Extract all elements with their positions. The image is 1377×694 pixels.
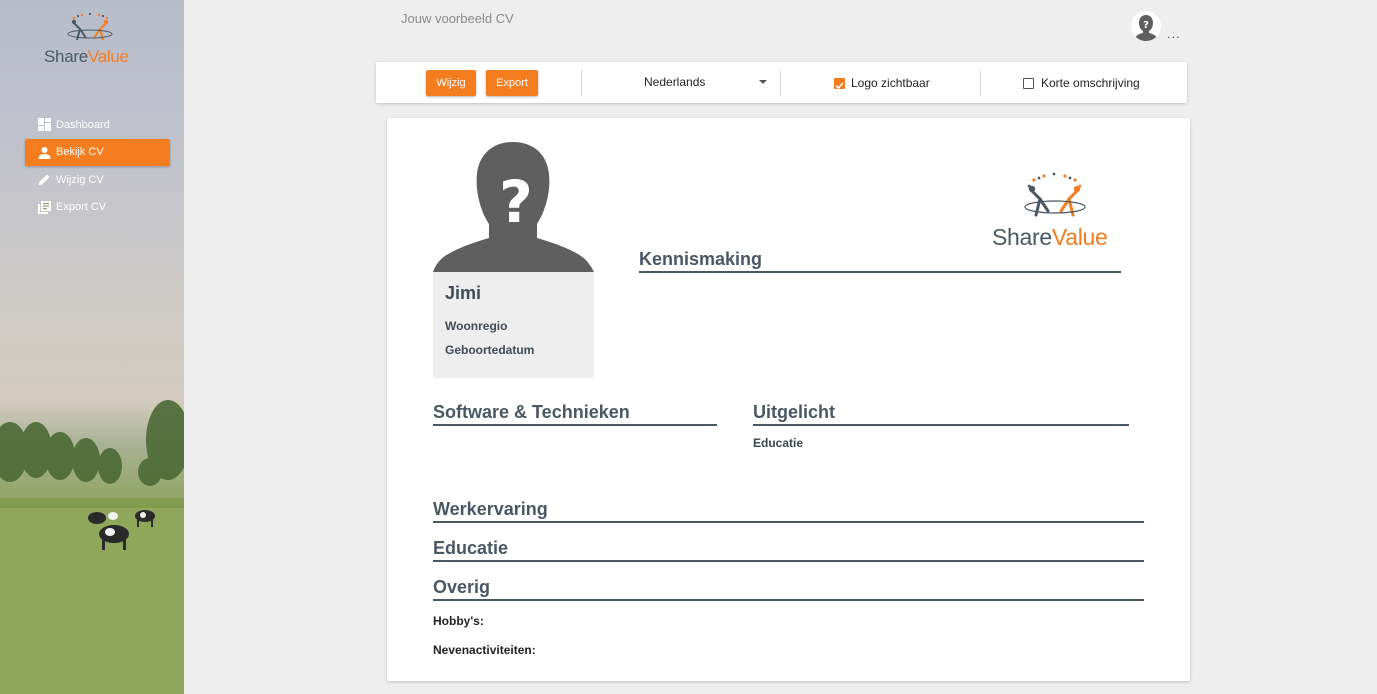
logo-visible-label[interactable]: Logo zichtbaar <box>851 76 930 90</box>
page-title: Jouw voorbeeld CV <box>401 11 514 26</box>
hobbys-label: Hobby's: <box>433 614 484 628</box>
dashboard-icon <box>37 118 51 132</box>
sidebar-item-label: Dashboard <box>56 118 110 131</box>
section-heading: Kennismaking <box>639 250 1121 273</box>
woonregio-label: Woonregio <box>445 319 508 333</box>
toolbar-divider <box>980 70 981 96</box>
section-kennismaking: Kennismaking <box>639 250 1121 273</box>
logo-text-value: Value <box>1051 224 1108 250</box>
more-menu-button[interactable]: ... <box>1167 26 1181 41</box>
short-description-checkbox[interactable] <box>1023 78 1034 89</box>
sidebar-item-wijzig-cv[interactable]: Wijzig CV <box>25 166 170 193</box>
sidebar-item-label: Wijzig CV <box>56 173 104 186</box>
person-name: Jimi <box>445 283 482 303</box>
uitgelicht-educatie: Educatie <box>753 436 804 450</box>
nevenactiviteiten-label: Nevenactiviteiten: <box>433 643 536 657</box>
profile-placeholder-icon: ? <box>433 140 594 272</box>
svg-text:?: ? <box>499 168 533 236</box>
section-uitgelicht: Uitgelicht Educatie <box>753 403 1129 450</box>
section-heading: Werkervaring <box>433 500 1144 523</box>
person-icon <box>37 145 51 159</box>
sharevalue-logo[interactable]: ShareValue <box>44 12 136 68</box>
logo-figures-icon <box>67 12 113 41</box>
section-heading: Software & Technieken <box>433 403 717 426</box>
sidebar-item-bekijk-cv[interactable]: Bekijk CV <box>25 138 170 166</box>
section-software: Software & Technieken <box>433 403 717 426</box>
checkmark-icon <box>835 82 844 90</box>
sidebar-item-export-cv[interactable]: Export CV <box>25 194 170 221</box>
logo-text-share: Share <box>44 47 88 66</box>
user-avatar[interactable]: ? <box>1131 11 1161 41</box>
wijzig-button[interactable]: Wijzig <box>426 70 476 96</box>
profile-box: ? Jimi Woonregio Geboortedatum <box>433 140 594 378</box>
section-overig: Overig <box>433 578 1144 601</box>
cv-company-logo: ShareValue <box>992 171 1117 250</box>
sidebar-item-dashboard[interactable]: Dashboard <box>25 111 170 138</box>
library-books-icon <box>37 200 51 214</box>
sidebar: ShareValue Dashboard Bekijk CV Wijzig CV… <box>0 0 184 694</box>
section-werkervaring: Werkervaring <box>433 500 1144 523</box>
pencil-icon <box>37 173 51 187</box>
dropdown-arrow-icon[interactable] <box>759 80 767 84</box>
section-heading: Educatie <box>433 539 1144 562</box>
sidebar-nav: Dashboard Bekijk CV Wijzig CV Export CV <box>25 111 170 221</box>
section-heading: Uitgelicht <box>753 403 1129 426</box>
cv-preview-card: ? Jimi Woonregio Geboortedatum ShareValu… <box>387 118 1190 681</box>
meadow-background-image <box>0 400 184 694</box>
export-button[interactable]: Export <box>486 70 538 96</box>
section-educatie: Educatie <box>433 539 1144 562</box>
sidebar-item-label: Bekijk CV <box>56 146 104 158</box>
logo-text-share: Share <box>992 224 1052 250</box>
section-heading: Overig <box>433 578 1144 601</box>
sidebar-item-label: Export CV <box>56 201 107 213</box>
toolbar-divider <box>581 70 582 96</box>
logo-figures-icon <box>1024 172 1086 217</box>
logo-text-value: Value <box>87 47 129 66</box>
svg-text:?: ? <box>1143 20 1149 31</box>
toolbar-divider <box>780 70 781 96</box>
cv-toolbar: Wijzig Export Nederlands Logo zichtbaar … <box>376 62 1187 103</box>
logo-visible-checkbox[interactable] <box>834 78 845 90</box>
short-description-label[interactable]: Korte omschrijving <box>1041 76 1140 90</box>
language-select[interactable]: Nederlands <box>644 75 705 89</box>
unknown-person-icon: ? <box>1134 15 1158 41</box>
geboortedatum-label: Geboortedatum <box>445 343 535 357</box>
